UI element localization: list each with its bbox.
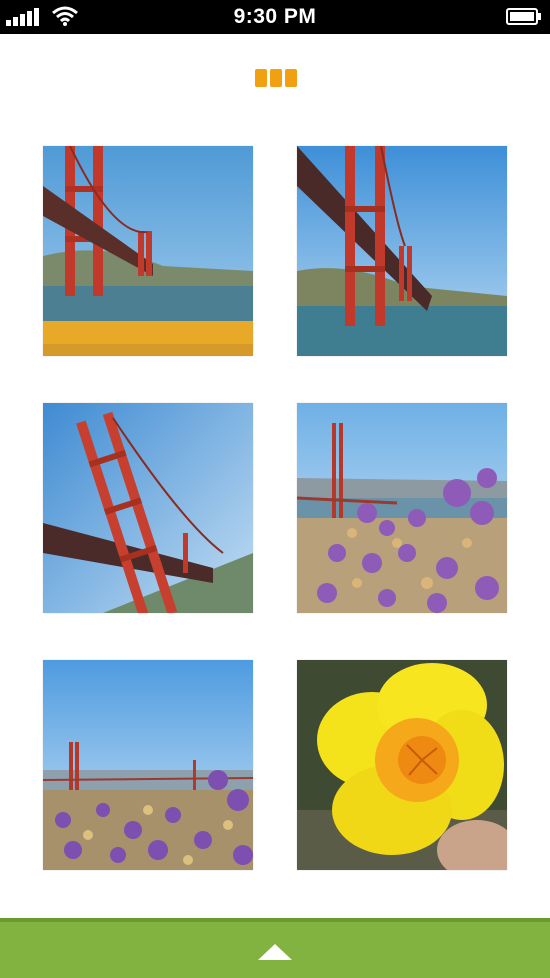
photo-thumbnail[interactable] bbox=[297, 146, 507, 356]
photo-thumbnail[interactable] bbox=[43, 146, 253, 356]
battery-icon bbox=[506, 8, 541, 25]
photo-thumbnail[interactable] bbox=[43, 403, 253, 613]
photo-thumbnail[interactable] bbox=[297, 403, 507, 613]
indicator-bar bbox=[255, 69, 267, 87]
bottom-bar bbox=[0, 918, 550, 978]
status-time: 9:30 PM bbox=[233, 5, 317, 28]
menu-grid-icon[interactable] bbox=[255, 69, 297, 87]
indicator-bar bbox=[285, 69, 297, 87]
status-bar: 9:30 PM bbox=[0, 0, 550, 34]
indicator-bar bbox=[270, 69, 282, 87]
up-arrow-icon[interactable] bbox=[258, 944, 292, 960]
photo-thumbnail[interactable] bbox=[297, 660, 507, 870]
photo-thumbnail[interactable] bbox=[43, 660, 253, 870]
